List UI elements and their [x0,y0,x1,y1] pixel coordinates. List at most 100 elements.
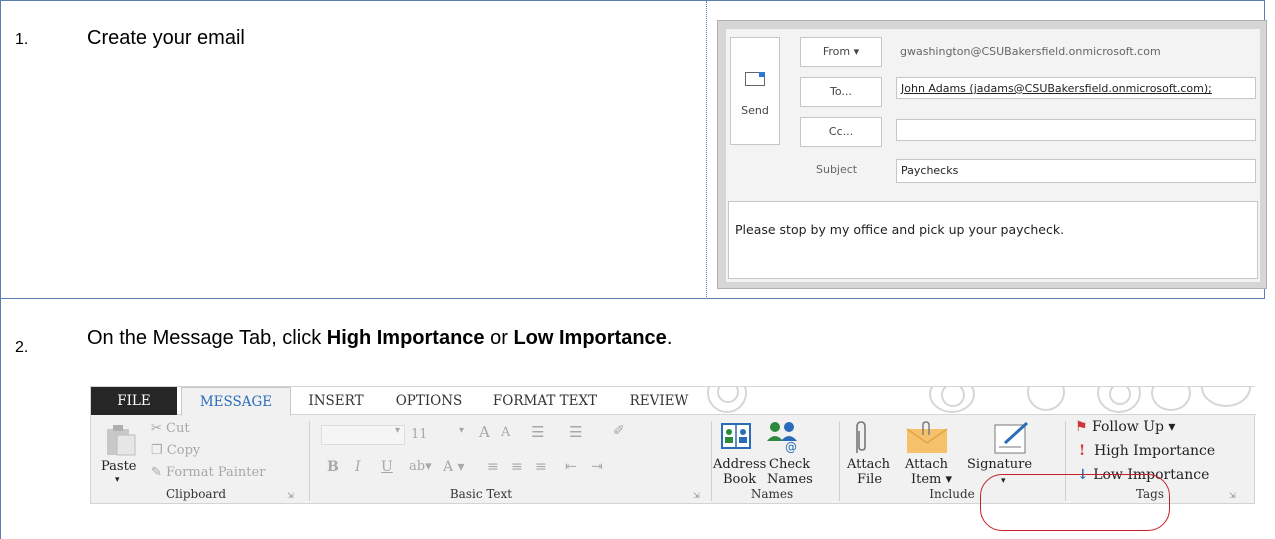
message-body[interactable]: Please stop by my office and pick up you… [728,201,1258,279]
font-color-icon[interactable]: A ▾ [443,459,465,475]
ribbon-background-pattern [701,387,1256,415]
bullets-icon[interactable]: ☰ [531,423,544,441]
tab-message[interactable]: MESSAGE [181,387,291,416]
italic-icon[interactable]: I [355,459,361,475]
step-2-high-importance: High Importance [326,327,485,349]
increase-indent-icon[interactable]: ⇥ [591,459,603,475]
scissors-icon: ✂ [151,421,162,436]
to-recipient: John Adams (jadams@CSUBakersfield.onmicr… [901,82,1212,95]
tags-launcher-icon[interactable]: ⇲ [1229,491,1236,500]
cc-button[interactable]: Cc... [800,117,882,147]
flag-icon: ⚑ [1075,419,1088,435]
send-envelope-icon [745,72,765,86]
font-name-dropdown-icon: ▾ [395,425,401,436]
clipboard-launcher-icon[interactable]: ⇲ [287,491,294,500]
step-2-number: 2. [15,339,29,356]
attach-file-button[interactable]: Attach File [847,457,890,487]
to-field[interactable]: John Adams (jadams@CSUBakersfield.onmicr… [896,77,1256,99]
send-button[interactable]: Send [730,37,780,145]
font-size-dropdown-icon: ▾ [459,425,465,436]
to-button[interactable]: To... [800,77,882,107]
step-2-low-importance: Low Importance [513,327,667,349]
attach-item-label-1: Attach [905,457,949,472]
paperclip-icon [856,421,866,453]
tab-options[interactable]: OPTIONS [387,387,471,415]
tab-format-text[interactable]: FORMAT TEXT [485,387,605,415]
follow-up-label: Follow Up ▾ [1092,419,1176,435]
cc-field[interactable] [896,119,1256,141]
cut-button[interactable]: ✂ Cut [151,421,190,436]
check-names-label-1: Check [769,457,811,472]
clipboard-group-label: Clipboard [165,487,227,501]
paste-button[interactable]: Paste [101,459,137,474]
send-label: Send [741,104,769,117]
tab-review[interactable]: REVIEW [619,387,699,415]
importance-highlight-circle [980,474,1170,531]
step-1-text: Create your email [87,27,245,49]
underline-icon[interactable]: U [381,459,393,475]
tab-insert[interactable]: INSERT [301,387,371,415]
step-1-number: 1. [15,31,29,48]
check-names-icon: @ [767,422,797,453]
high-importance-label: High Importance [1094,443,1216,459]
align-right-icon[interactable]: ≡ [535,459,547,475]
subject-field[interactable]: Paychecks [896,159,1256,183]
cut-label: Cut [166,421,190,436]
group-separator [711,421,712,501]
cell-divider [706,1,707,299]
check-names-label-2: Names [767,472,813,487]
names-group-label: Names [750,487,794,501]
step-2-text-mid: or [484,327,514,349]
address-book-icon [721,423,751,449]
attach-item-button[interactable]: Attach Item ▾ [905,457,952,487]
group-separator [839,421,840,501]
ribbon-tab-bar: FILE MESSAGE INSERT OPTIONS FORMAT TEXT … [91,387,1256,416]
decrease-indent-icon[interactable]: ⇤ [565,459,577,475]
copy-button[interactable]: ❐ Copy [151,443,200,458]
step-2-text-pre: On the Message Tab, click [87,327,327,349]
address-book-label-1: Address [713,457,767,472]
paste-dropdown-icon[interactable]: ▾ [115,475,120,485]
clear-formatting-icon[interactable]: ✐ [613,423,625,439]
basic-text-launcher-icon[interactable]: ⇲ [693,491,700,500]
step-2-text: On the Message Tab, click High Importanc… [87,327,672,350]
address-book-label-2: Book [723,472,757,487]
grow-font-icon[interactable]: A [479,423,490,441]
high-importance-button[interactable]: ! High Importance [1079,443,1215,459]
svg-text:@: @ [785,440,797,453]
paintbrush-icon: ✎ [151,465,162,480]
address-book-button[interactable]: Address Book [713,457,766,487]
attach-item-label-2: Item ▾ [911,472,953,487]
check-names-button[interactable]: Check Names [767,457,813,487]
font-size-dropdown[interactable]: 11 [411,427,428,442]
numbering-icon[interactable]: ☰ [569,423,582,441]
from-address: gwashington@CSUBakersfield.onmicrosoft.c… [900,45,1161,58]
align-left-icon[interactable]: ≡ [487,459,499,475]
tab-file[interactable]: FILE [91,387,177,415]
bold-icon[interactable]: B [327,459,339,475]
paste-icon [107,425,136,456]
subject-label: Subject [816,163,858,176]
shrink-font-icon[interactable]: A [501,425,510,440]
attach-file-label-1: Attach [847,457,891,472]
group-separator [309,421,310,501]
signature-icon [994,421,1029,454]
basic-text-group-label: Basic Text [449,487,513,501]
exclamation-icon: ! [1079,443,1086,459]
format-painter-label: Format Painter [166,465,266,480]
highlight-icon[interactable]: ab▾ [409,459,432,474]
format-painter-button[interactable]: ✎ Format Painter [151,465,265,480]
font-name-dropdown[interactable] [321,425,405,445]
copy-icon: ❐ [151,443,163,458]
from-button[interactable]: From ▾ [800,37,882,67]
signature-label: Signature [967,457,1033,472]
instruction-document: 1. Create your email Send From ▾ gwashin… [0,0,1275,539]
align-center-icon[interactable]: ≡ [511,459,523,475]
copy-label: Copy [166,443,201,458]
step-2-text-post: . [666,327,673,349]
follow-up-button[interactable]: ⚑ Follow Up ▾ [1075,419,1175,435]
email-compose-window: Send From ▾ gwashington@CSUBakersfield.o… [717,20,1267,289]
attach-item-icon [906,421,948,453]
step-1-row: 1. Create your email Send From ▾ gwashin… [0,0,1267,299]
attach-file-label-2: File [857,472,883,487]
